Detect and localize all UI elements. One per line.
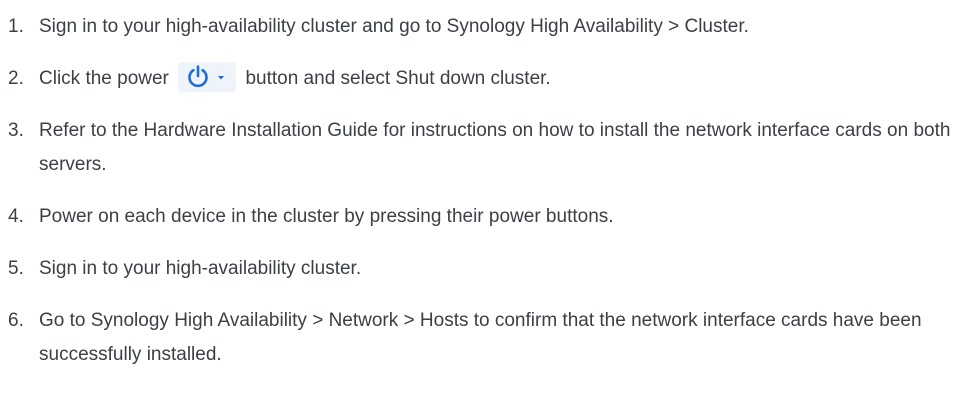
instruction-steps: 1. Sign in to your high-availability clu… bbox=[0, 0, 968, 372]
step-text: Go to Synology High Availability > Netwo… bbox=[39, 310, 922, 365]
power-icon bbox=[188, 65, 225, 88]
step-2: 2. Click the power button and select Shu… bbox=[0, 61, 968, 96]
step-3: 3. Refer to the Hardware Installation Gu… bbox=[0, 114, 968, 182]
step-number: 2. bbox=[8, 68, 24, 89]
step-text-after: button and select Shut down cluster. bbox=[245, 68, 551, 89]
step-text: Refer to the Hardware Installation Guide… bbox=[39, 120, 951, 175]
step-text: Sign in to your high-availability cluste… bbox=[39, 16, 749, 37]
step-number: 1. bbox=[8, 16, 24, 37]
step-number: 6. bbox=[8, 310, 24, 331]
power-button[interactable] bbox=[178, 61, 237, 92]
step-number: 4. bbox=[8, 206, 24, 227]
step-text: Sign in to your high-availability cluste… bbox=[39, 258, 362, 279]
step-6: 6. Go to Synology High Availability > Ne… bbox=[0, 304, 968, 372]
caret-down-icon bbox=[218, 75, 225, 80]
step-4: 4. Power on each device in the cluster b… bbox=[0, 200, 968, 234]
step-number: 5. bbox=[8, 258, 24, 279]
step-number: 3. bbox=[8, 120, 24, 141]
step-1: 1. Sign in to your high-availability clu… bbox=[0, 10, 968, 44]
step-5: 5. Sign in to your high-availability clu… bbox=[0, 252, 968, 286]
step-text: Power on each device in the cluster by p… bbox=[39, 206, 614, 227]
step-text-before: Click the power bbox=[39, 68, 169, 89]
